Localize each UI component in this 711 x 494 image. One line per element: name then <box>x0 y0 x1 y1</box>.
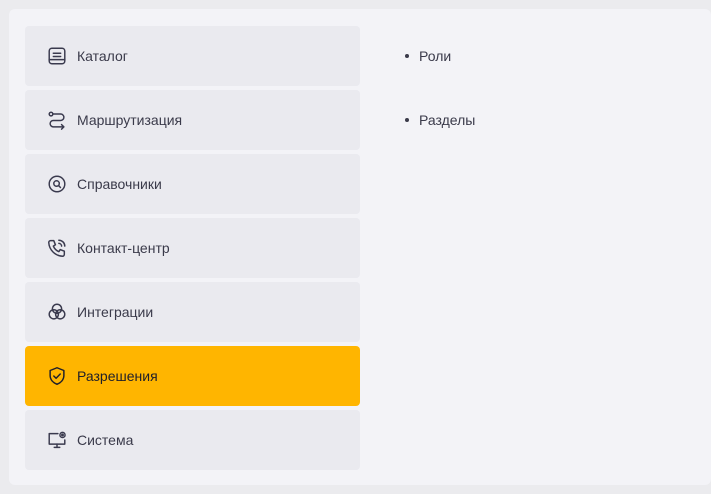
menu-item-contact-center[interactable]: Контакт-центр <box>25 218 360 278</box>
menu-item-label: Маршрутизация <box>77 112 183 128</box>
settings-panel: Каталог Маршрутизация Справочники Контак… <box>9 9 711 485</box>
integrations-icon <box>45 300 69 324</box>
routing-icon <box>45 108 69 132</box>
submenu-item-sections[interactable]: Разделы <box>405 110 475 130</box>
menu-item-label: Контакт-центр <box>77 240 170 256</box>
submenu-item-label: Роли <box>419 48 452 64</box>
menu-item-label: Разрешения <box>77 368 158 384</box>
menu-item-system[interactable]: Система <box>25 410 360 470</box>
submenu-item-label: Разделы <box>419 112 476 128</box>
search-circle-icon <box>45 172 69 196</box>
settings-menu: Каталог Маршрутизация Справочники Контак… <box>25 26 360 474</box>
bullet-icon <box>405 54 409 58</box>
menu-item-permissions[interactable]: Разрешения <box>25 346 360 406</box>
menu-item-integrations[interactable]: Интеграции <box>25 282 360 342</box>
catalog-icon <box>45 44 69 68</box>
submenu-item-roles[interactable]: Роли <box>405 46 475 66</box>
bullet-icon <box>405 118 409 122</box>
menu-item-label: Система <box>77 432 134 448</box>
permissions-submenu: Роли Разделы <box>405 46 475 174</box>
menu-item-directories[interactable]: Справочники <box>25 154 360 214</box>
menu-item-label: Интеграции <box>77 304 154 320</box>
phone-call-icon <box>45 236 69 260</box>
menu-item-label: Каталог <box>77 48 128 64</box>
menu-item-catalog[interactable]: Каталог <box>25 26 360 86</box>
monitor-gear-icon <box>45 428 69 452</box>
menu-item-routing[interactable]: Маршрутизация <box>25 90 360 150</box>
shield-check-icon <box>45 364 69 388</box>
menu-item-label: Справочники <box>77 176 162 192</box>
